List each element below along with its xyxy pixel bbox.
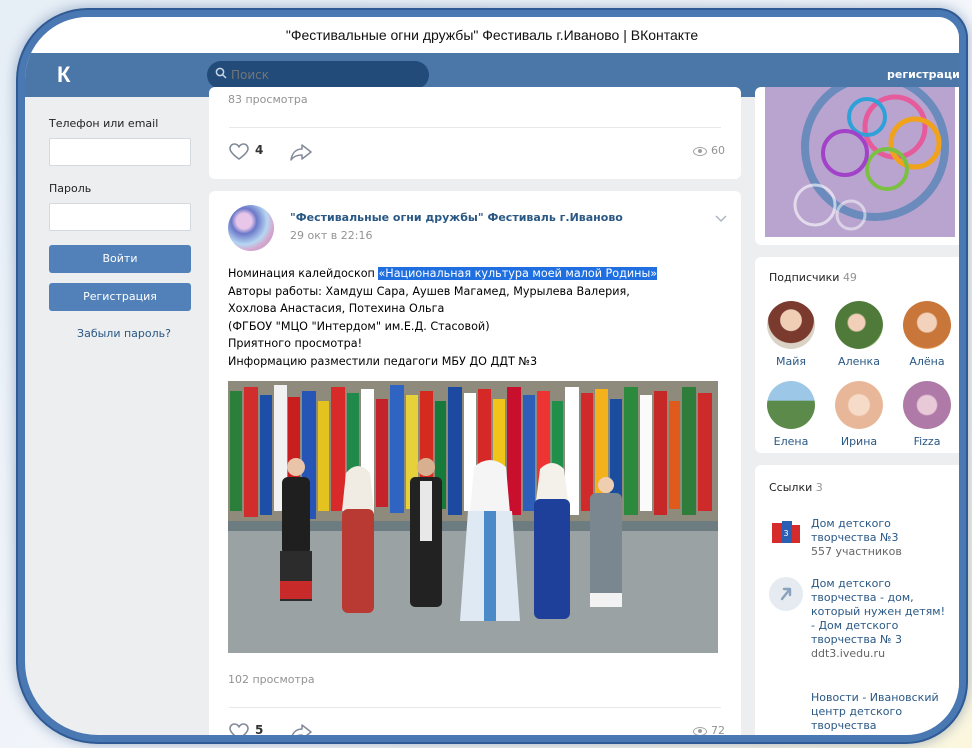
share-icon[interactable] xyxy=(289,143,313,161)
community-avatar[interactable] xyxy=(228,205,274,251)
ddt3-logo-icon: 3 xyxy=(769,517,803,547)
subscribers-count: 49 xyxy=(842,271,857,284)
post-line: Приятного просмотра! xyxy=(228,337,363,351)
subscriber[interactable]: Аленка xyxy=(829,301,889,368)
phone-label: Телефон или email xyxy=(49,117,159,130)
link-subtitle: 557 участников xyxy=(811,545,902,558)
subscriber[interactable]: Елена xyxy=(761,381,821,448)
chevron-down-icon[interactable] xyxy=(715,215,727,223)
view-count: 72 xyxy=(693,724,725,737)
share-icon[interactable] xyxy=(289,723,313,741)
search-input[interactable] xyxy=(207,61,429,89)
svg-text:3: 3 xyxy=(783,529,788,538)
views-number: 72 xyxy=(711,724,725,737)
post-card: "Фестивальные огни дружбы" Фестиваль г.И… xyxy=(209,191,741,741)
links-header[interactable]: Ссылки 3 xyxy=(769,481,823,494)
avatar xyxy=(903,301,951,349)
eye-icon xyxy=(693,726,707,735)
post-line: Информацию разместили педагоги МБУ ДО ДД… xyxy=(228,354,538,368)
subscribers-header[interactable]: Подписчики 49 xyxy=(769,271,857,284)
link-thumb-ddt3[interactable]: 3 xyxy=(769,517,803,547)
subscribers-title: Подписчики xyxy=(769,271,840,284)
post-line: Авторы работы: Хамдуш Сара, Аушев Магаме… xyxy=(228,284,630,298)
link-title: Дом детского творчества №3 xyxy=(811,517,899,544)
views-number: 60 xyxy=(711,144,725,157)
subscribers-card: Подписчики 49 Майя Аленка Алёна Елена Ир… xyxy=(755,257,959,453)
password-field[interactable] xyxy=(49,203,191,231)
prev-post-actions: 4 60 xyxy=(209,137,741,167)
login-button[interactable]: Войти xyxy=(49,245,191,273)
post-text: Номинация калейдоскоп «Национальная куль… xyxy=(228,265,698,371)
links-title: Ссылки xyxy=(769,481,813,494)
post-line-1: Номинация калейдоскоп «Национальная куль… xyxy=(228,265,698,283)
community-cover-image[interactable] xyxy=(755,87,965,245)
subscriber-name: Майя xyxy=(776,355,806,368)
like-icon[interactable] xyxy=(229,143,249,161)
password-label: Пароль xyxy=(49,182,92,195)
avatar xyxy=(767,381,815,429)
link-item[interactable]: Дом детского творчества - дом, который н… xyxy=(811,577,951,661)
link-item[interactable]: Новости - Ивановский центр детского твор… xyxy=(811,691,951,733)
like-count: 5 xyxy=(255,723,264,737)
subscriber-name: Алёна xyxy=(909,355,945,368)
avatar xyxy=(835,301,883,349)
register-button[interactable]: Регистрация xyxy=(49,283,191,311)
eye-icon xyxy=(693,146,707,156)
community-cover-card xyxy=(755,87,965,245)
subscriber-name: Ирина xyxy=(840,435,878,448)
subscriber[interactable]: Алёна xyxy=(897,301,957,368)
subscriber-name: Fizza xyxy=(913,435,941,448)
phone-email-field[interactable] xyxy=(49,138,191,166)
link-subtitle: ddt3.ivedu.ru xyxy=(811,647,886,660)
subscriber[interactable]: Ирина xyxy=(829,381,889,448)
subscriber-name: Аленка xyxy=(838,355,880,368)
post-line: Хохлова Анастасия, Потехина Ольга xyxy=(228,302,445,316)
divider xyxy=(229,707,721,708)
post-line: (ФГБОУ "МЦО "Интердом" им.Е.Д. Стасовой) xyxy=(228,319,490,333)
divider xyxy=(229,127,721,128)
vk-logo[interactable]: К xyxy=(57,61,87,89)
link-item[interactable]: Дом детского творчества №3 557 участнико… xyxy=(811,517,951,559)
post-actions: 5 72 xyxy=(209,717,741,741)
link-title: Новости - Ивановский центр детского твор… xyxy=(811,691,939,732)
external-link-icon xyxy=(780,587,792,601)
avatar xyxy=(903,381,951,429)
post-date[interactable]: 29 окт в 22:16 xyxy=(290,229,372,242)
link-thumb-arrow[interactable] xyxy=(769,577,803,611)
links-card: Ссылки 3 3 Дом детского творчества №3 55… xyxy=(755,465,959,735)
post-views-text: 102 просмотра xyxy=(228,673,315,686)
like-count: 4 xyxy=(255,143,264,157)
search-icon xyxy=(215,67,227,79)
prev-post-views-text: 83 просмотра xyxy=(228,93,308,106)
prev-post-card: 83 просмотра 4 60 xyxy=(209,87,741,179)
subscriber-name: Елена xyxy=(773,435,809,448)
avatar xyxy=(835,381,883,429)
post-text-prefix: Номинация калейдоскоп xyxy=(228,267,379,280)
like-icon[interactable] xyxy=(229,723,249,741)
subscriber[interactable]: Майя xyxy=(761,301,821,368)
flags-scene-image xyxy=(228,381,718,653)
avatar xyxy=(767,301,815,349)
link-title: Дом детского творчества - дом, который н… xyxy=(811,577,945,646)
view-count: 60 xyxy=(693,144,725,157)
post-video-thumbnail[interactable] xyxy=(228,381,718,653)
forgot-password-link[interactable]: Забыли пароль? xyxy=(49,327,199,340)
browser-frame: "Фестивальные огни дружбы" Фестиваль г.И… xyxy=(18,10,966,742)
post-text-highlight: «Национальная культура моей малой Родины… xyxy=(378,267,658,280)
login-panel: Телефон или email Пароль Войти Регистрац… xyxy=(49,97,199,340)
window-title: "Фестивальные огни дружбы" Фестиваль г.И… xyxy=(25,17,959,53)
community-name[interactable]: "Фестивальные огни дружбы" Фестиваль г.И… xyxy=(290,211,623,224)
subscriber[interactable]: Fizza xyxy=(897,381,957,448)
links-count: 3 xyxy=(815,481,823,494)
